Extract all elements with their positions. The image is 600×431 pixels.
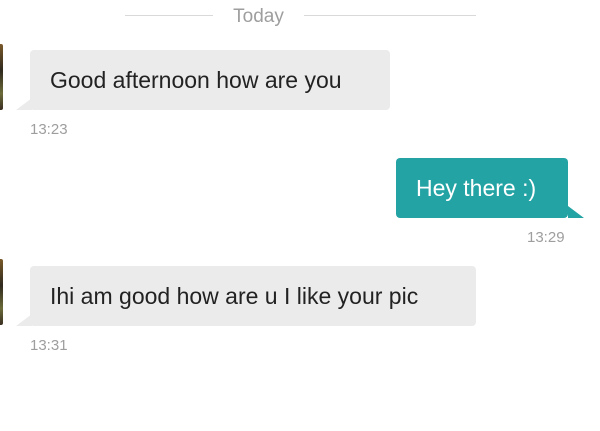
message-bubble-incoming[interactable]: Ihi am good how are u I like your pic (30, 266, 476, 326)
message-text: Hey there :) (416, 175, 537, 201)
message-timestamp: 13:23 (30, 121, 68, 138)
message-timestamp: 13:29 (527, 229, 565, 246)
divider-line-left (125, 15, 213, 16)
date-label: Today (233, 6, 284, 27)
message-bubble-outgoing[interactable]: Hey there :) (396, 158, 568, 218)
message-text: Ihi am good how are u I like your pic (50, 283, 419, 309)
bubble-tail (568, 206, 584, 218)
message-timestamp: 13:31 (30, 337, 68, 354)
message-bubble-incoming[interactable]: Good afternoon how are you (30, 50, 390, 110)
message-text: Good afternoon how are you (50, 67, 342, 93)
divider-line-right (304, 15, 476, 16)
date-divider: Today (0, 0, 600, 34)
sender-avatar[interactable] (0, 259, 3, 325)
sender-avatar[interactable] (0, 44, 3, 110)
